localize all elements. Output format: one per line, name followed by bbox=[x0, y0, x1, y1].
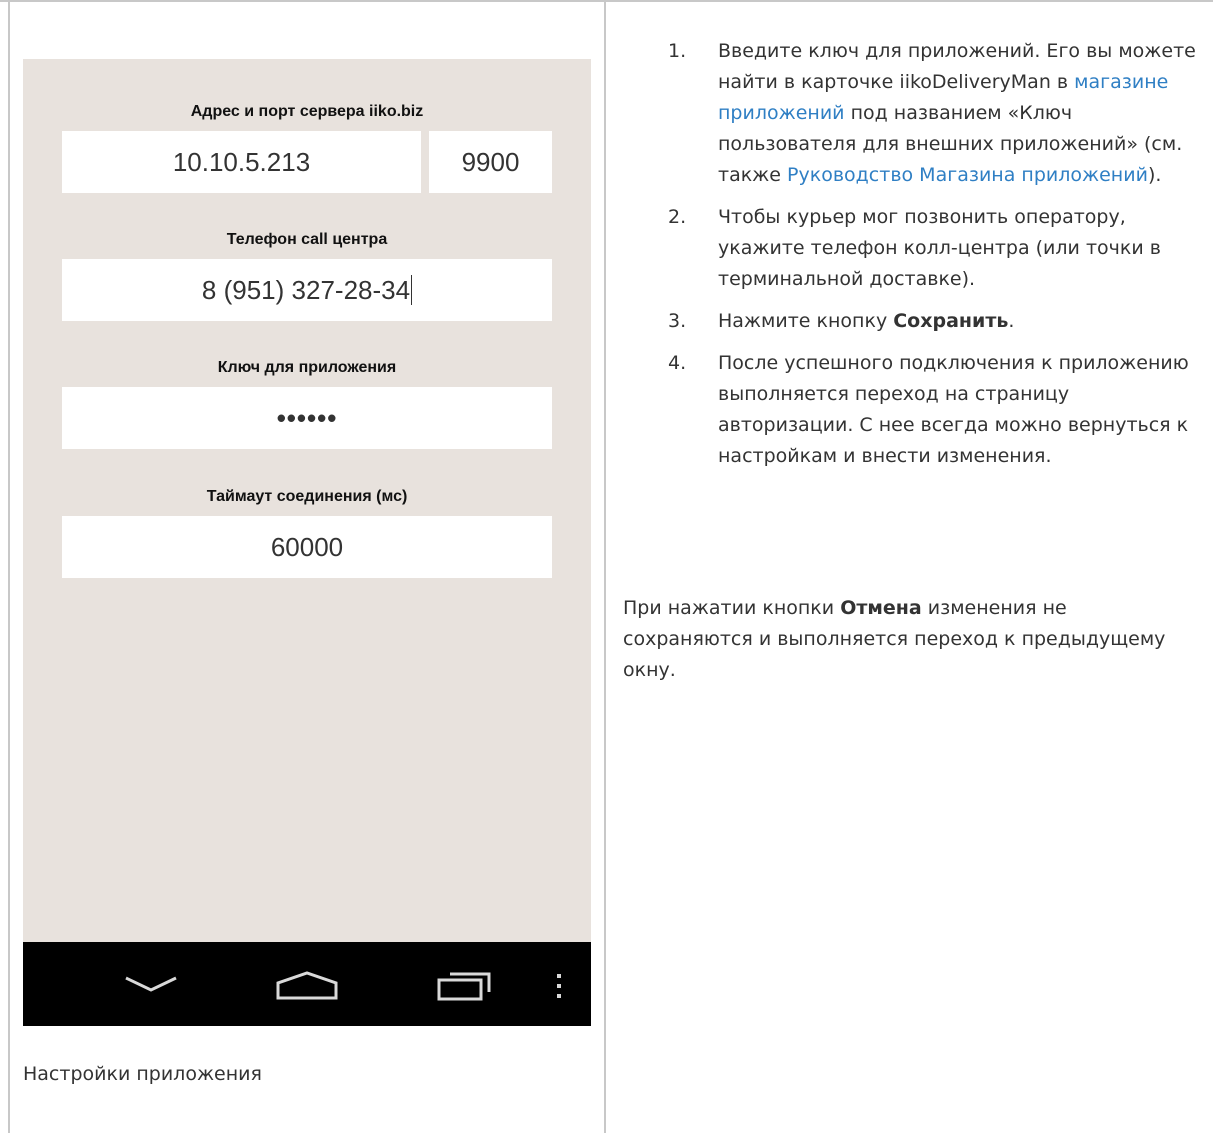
key-input[interactable]: •••••• bbox=[62, 387, 552, 449]
server-label: Адрес и порт сервера iiko.biz bbox=[190, 103, 424, 120]
column-divider bbox=[604, 0, 606, 1133]
step-text: ). bbox=[1147, 164, 1162, 186]
top-border bbox=[0, 0, 1213, 2]
cancel-paragraph: При нажатии кнопки Отмена изменения не с… bbox=[623, 593, 1183, 686]
step-text: Чтобы курьер мог позвонить оператору, ук… bbox=[718, 206, 1161, 290]
step-text: . bbox=[1008, 310, 1015, 332]
server-address-input[interactable]: 10.10.5.213 bbox=[62, 131, 421, 193]
instruction-list: 1. Введите ключ для приложений. Его вы м… bbox=[620, 36, 1210, 483]
paragraph-text: При нажатии кнопки bbox=[623, 597, 841, 619]
app-store-guide-link[interactable]: Руководство Магазина приложений bbox=[787, 164, 1148, 186]
phone-input-value: 8 (951) 327-28-34 bbox=[201, 274, 411, 305]
phone-input[interactable]: 8 (951) 327-28-34 bbox=[62, 259, 552, 321]
home-icon[interactable] bbox=[275, 970, 339, 1002]
chevron-down-icon[interactable] bbox=[123, 972, 179, 996]
cancel-button-name: Отмена bbox=[840, 597, 922, 619]
step-number: 3. bbox=[668, 310, 687, 332]
step-text: После успешного подключения к приложению… bbox=[718, 352, 1189, 467]
server-port-input[interactable]: 9900 bbox=[429, 131, 552, 193]
step-number: 2. bbox=[668, 206, 687, 228]
step-text: Нажмите кнопку bbox=[718, 310, 894, 332]
list-item: 3. Нажмите кнопку Сохранить. bbox=[620, 306, 1210, 337]
android-navigation-bar bbox=[23, 942, 591, 1026]
list-item: 4. После успешного подключения к приложе… bbox=[620, 348, 1210, 472]
step-number: 1. bbox=[668, 40, 687, 62]
list-item: 1. Введите ключ для приложений. Его вы м… bbox=[620, 36, 1210, 191]
list-item: 2. Чтобы курьер мог позвонить оператору,… bbox=[620, 202, 1210, 295]
text-caret bbox=[411, 275, 413, 305]
timeout-label: Таймаут соединения (мс) bbox=[206, 488, 408, 505]
step-number: 4. bbox=[668, 352, 687, 374]
key-label: Ключ для приложения bbox=[217, 359, 397, 376]
figure-caption: Настройки приложения bbox=[23, 1063, 262, 1085]
save-button-name: Сохранить bbox=[893, 310, 1009, 332]
phone-settings-screen: Адрес и порт сервера iiko.biz 10.10.5.21… bbox=[23, 59, 591, 1026]
left-border bbox=[8, 0, 10, 1133]
recent-apps-icon[interactable] bbox=[436, 968, 496, 1002]
timeout-input[interactable]: 60000 bbox=[62, 516, 552, 578]
phone-label: Телефон call центра bbox=[226, 231, 388, 248]
more-vert-icon[interactable] bbox=[555, 972, 563, 1000]
